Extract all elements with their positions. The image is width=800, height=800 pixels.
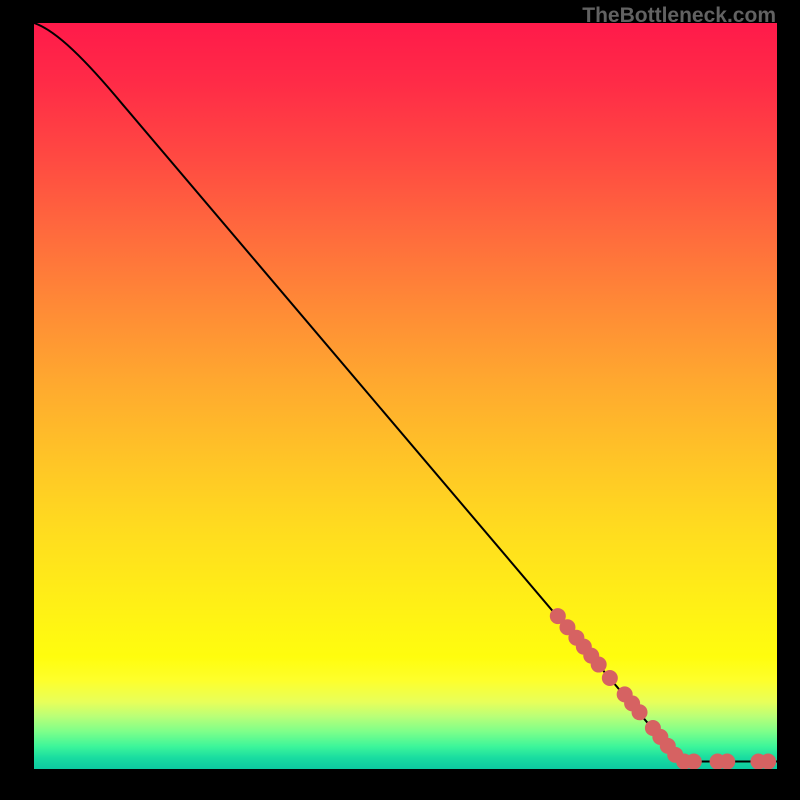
chart-curve [34,23,777,762]
chart-point [760,754,776,769]
chart-points [550,608,776,769]
chart-plot-area [34,23,777,769]
watermark-text: TheBottleneck.com [582,4,776,28]
chart-svg-overlay [34,23,777,769]
chart-point [591,657,607,673]
chart-point [686,754,702,769]
chart-point [602,670,618,686]
chart-point [719,754,735,769]
chart-point [632,704,648,720]
